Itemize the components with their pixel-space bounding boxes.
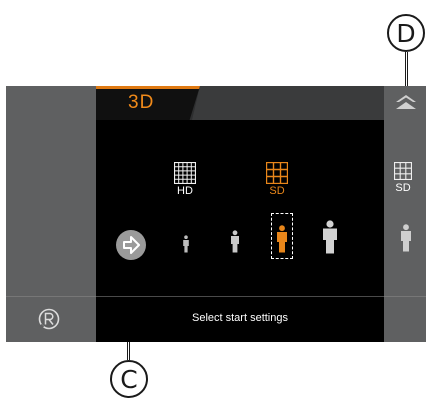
patient-size-m-icon[interactable] (276, 225, 288, 253)
tab-3d-label: 3D (128, 92, 155, 113)
tab-inactive[interactable] (192, 86, 384, 120)
side-sd-label: SD (395, 182, 411, 194)
patient-size-s-icon[interactable] (230, 230, 240, 253)
arrow-right-icon (123, 236, 140, 254)
patient-size-l-icon[interactable] (322, 220, 338, 254)
status-divider (96, 296, 384, 297)
double-chevron-up-icon[interactable] (395, 94, 417, 110)
side-patient-icon[interactable] (400, 224, 412, 252)
tab-accent (96, 86, 200, 89)
tab-3d[interactable]: 3D (96, 86, 200, 120)
callout-d: D (387, 14, 425, 52)
right-panel-divider (384, 296, 426, 297)
right-panel (384, 86, 426, 342)
callout-c: C (110, 360, 148, 398)
status-message: Select start settings (192, 312, 288, 324)
start-arrow-button[interactable] (116, 230, 146, 260)
hd-label: HD (177, 185, 193, 197)
side-sd-grid-icon[interactable] (394, 162, 412, 180)
hd-grid-icon[interactable] (174, 162, 196, 184)
tab-bar: 3D (96, 86, 384, 120)
reset-r-icon[interactable] (38, 308, 60, 330)
patient-size-xs-icon[interactable] (182, 235, 190, 253)
device-screen: 3D HD SD SD Select start settings (6, 86, 426, 342)
left-panel-divider (6, 296, 96, 297)
left-panel (6, 86, 96, 342)
sd-label: SD (269, 185, 285, 197)
sd-grid-icon[interactable] (266, 162, 288, 184)
